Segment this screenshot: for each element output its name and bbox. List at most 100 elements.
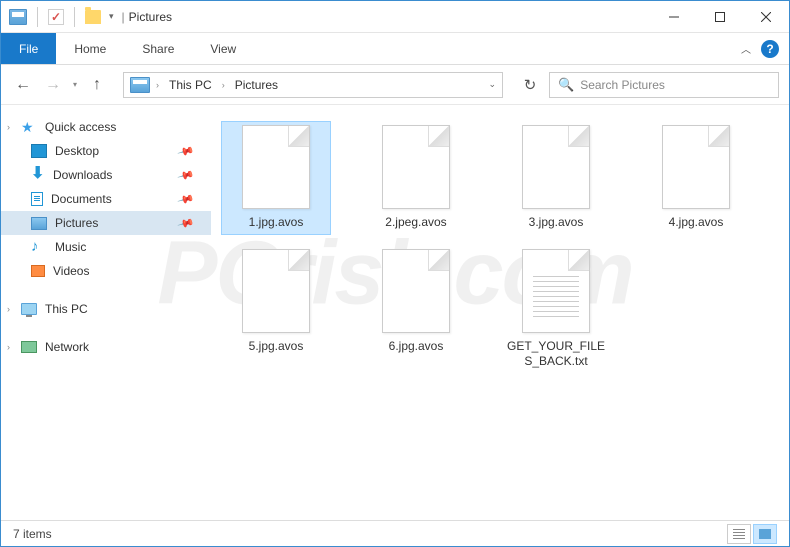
pc-icon — [21, 303, 37, 315]
file-list[interactable]: 1.jpg.avos 2.jpeg.avos 3.jpg.avos 4.jpg.avo… — [211, 105, 789, 520]
chevron-right-icon[interactable]: › — [222, 80, 225, 90]
pin-icon: 📌 — [177, 142, 195, 160]
nav-back-button[interactable]: ← — [11, 73, 35, 97]
nav-history-caret[interactable]: ▾ — [73, 80, 77, 89]
blank-file-icon — [382, 249, 450, 333]
nav-forward-button[interactable]: → — [41, 73, 65, 97]
file-name-label: 1.jpg.avos — [249, 215, 304, 231]
file-item[interactable]: GET_YOUR_FILES_BACK.txt — [501, 245, 611, 374]
blank-file-icon — [242, 249, 310, 333]
sidebar-item-documents[interactable]: Documents 📌 — [1, 187, 211, 211]
sidebar-label: Quick access — [45, 120, 116, 134]
file-name-label: 5.jpg.avos — [249, 339, 304, 355]
blank-file-icon — [242, 125, 310, 209]
pictures-icon — [31, 217, 47, 230]
sidebar-item-label: Videos — [53, 264, 89, 278]
file-name-label: 6.jpg.avos — [389, 339, 444, 355]
file-name-label: 4.jpg.avos — [669, 215, 724, 231]
ribbon-tab-home[interactable]: Home — [56, 33, 124, 64]
nav-up-button[interactable]: ↑ — [85, 73, 109, 97]
pin-icon: 📌 — [177, 214, 195, 232]
file-item[interactable]: 2.jpeg.avos — [361, 121, 471, 235]
ribbon-tab-share[interactable]: Share — [124, 33, 192, 64]
desktop-icon — [31, 144, 47, 158]
large-icons-view-icon — [759, 529, 771, 539]
breadcrumb[interactable]: › This PC › Pictures ⌄ — [123, 72, 503, 98]
breadcrumb-seg-thispc[interactable]: This PC — [165, 76, 216, 94]
downloads-icon: ⬇ — [31, 168, 45, 182]
documents-icon — [31, 192, 43, 206]
view-details-button[interactable] — [727, 524, 751, 544]
qat-properties-button[interactable]: ✓ — [48, 9, 64, 25]
ribbon: File Home Share View ︿ ? — [1, 33, 789, 65]
sidebar-item-label: Pictures — [55, 216, 98, 230]
sidebar-label: Network — [45, 340, 89, 354]
details-view-icon — [733, 529, 745, 539]
status-item-count: 7 items — [13, 527, 52, 541]
chevron-right-icon: › — [7, 122, 10, 132]
qat-separator — [37, 7, 38, 27]
search-box[interactable]: 🔍 — [549, 72, 779, 98]
app-icon — [9, 9, 27, 25]
file-name-label: 2.jpeg.avos — [385, 215, 446, 231]
refresh-button[interactable]: ↻ — [517, 72, 543, 98]
chevron-right-icon: › — [7, 342, 10, 352]
breadcrumb-seg-pictures[interactable]: Pictures — [231, 76, 282, 94]
sidebar-item-desktop[interactable]: Desktop 📌 — [1, 139, 211, 163]
sidebar-item-label: Documents — [51, 192, 112, 206]
window-title: |Pictures — [122, 10, 172, 24]
statusbar: 7 items — [1, 520, 789, 546]
sidebar-item-label: Downloads — [53, 168, 112, 182]
videos-icon — [31, 265, 45, 277]
ribbon-tab-view[interactable]: View — [192, 33, 254, 64]
music-icon: ♪ — [31, 240, 47, 254]
qat-customize-caret[interactable]: ▾ — [109, 11, 114, 22]
sidebar-this-pc[interactable]: › This PC — [1, 297, 211, 321]
pin-icon: 📌 — [177, 166, 195, 184]
sidebar-label: This PC — [45, 302, 88, 316]
star-icon: ★ — [21, 120, 37, 134]
sidebar: › ★ Quick access Desktop 📌 ⬇ Downloads 📌… — [1, 105, 211, 520]
titlebar: ✓ ▾ |Pictures — [1, 1, 789, 33]
search-icon: 🔍 — [558, 77, 574, 93]
text-file-icon — [522, 249, 590, 333]
blank-file-icon — [662, 125, 730, 209]
blank-file-icon — [382, 125, 450, 209]
sidebar-item-downloads[interactable]: ⬇ Downloads 📌 — [1, 163, 211, 187]
breadcrumb-dropdown-caret[interactable]: ⌄ — [488, 79, 496, 90]
navbar: ← → ▾ ↑ › This PC › Pictures ⌄ ↻ 🔍 — [1, 65, 789, 105]
file-item[interactable]: 6.jpg.avos — [361, 245, 471, 374]
ribbon-file-tab[interactable]: File — [1, 33, 56, 64]
sidebar-item-music[interactable]: ♪ Music — [1, 235, 211, 259]
minimize-icon — [669, 12, 679, 22]
file-item[interactable]: 5.jpg.avos — [221, 245, 331, 374]
file-item[interactable]: 3.jpg.avos — [501, 121, 611, 235]
sidebar-item-videos[interactable]: Videos — [1, 259, 211, 283]
qat-separator — [74, 7, 75, 27]
close-button[interactable] — [743, 1, 789, 33]
view-large-icons-button[interactable] — [753, 524, 777, 544]
help-button[interactable]: ? — [761, 40, 779, 58]
minimize-button[interactable] — [651, 1, 697, 33]
qat-newfolder-button[interactable] — [85, 10, 101, 24]
file-item[interactable]: 1.jpg.avos — [221, 121, 331, 235]
file-name-label: 3.jpg.avos — [529, 215, 584, 231]
sidebar-network[interactable]: › Network — [1, 335, 211, 359]
chevron-right-icon[interactable]: › — [156, 80, 159, 90]
file-item[interactable]: 4.jpg.avos — [641, 121, 751, 235]
maximize-button[interactable] — [697, 1, 743, 33]
blank-file-icon — [522, 125, 590, 209]
sidebar-item-label: Music — [55, 240, 86, 254]
network-icon — [21, 341, 37, 353]
chevron-right-icon: › — [7, 304, 10, 314]
pin-icon: 📌 — [177, 190, 195, 208]
search-input[interactable] — [580, 78, 770, 92]
sidebar-quick-access[interactable]: › ★ Quick access — [1, 115, 211, 139]
maximize-icon — [715, 12, 725, 22]
close-icon — [761, 12, 771, 22]
ribbon-collapse-caret[interactable]: ︿ — [741, 41, 751, 56]
breadcrumb-location-icon — [130, 77, 150, 93]
file-name-label: GET_YOUR_FILES_BACK.txt — [505, 339, 607, 370]
sidebar-item-label: Desktop — [55, 144, 99, 158]
sidebar-item-pictures[interactable]: Pictures 📌 — [1, 211, 211, 235]
